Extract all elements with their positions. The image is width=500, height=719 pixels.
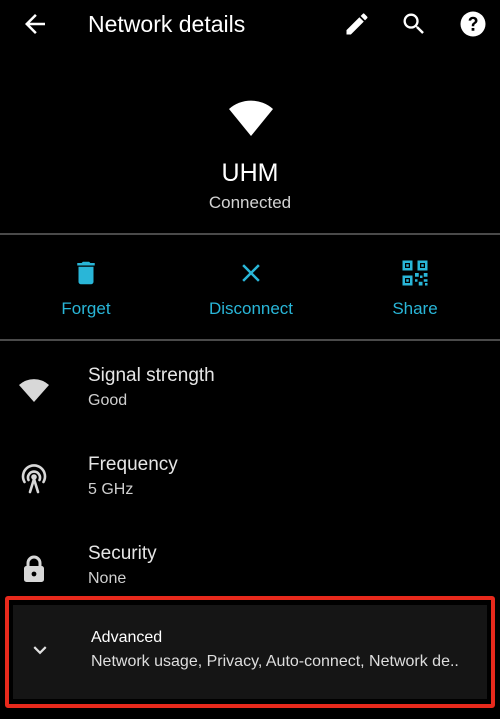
page-title: Network details	[88, 11, 246, 37]
qr-code-icon	[402, 260, 428, 286]
wifi-icon	[229, 100, 273, 136]
disconnect-label: Disconnect	[208, 299, 294, 318]
frequency-title: Frequency	[88, 454, 178, 475]
frequency-value: 5 GHz	[88, 481, 134, 498]
advanced-title: Advanced	[91, 629, 163, 646]
search-icon[interactable]	[400, 10, 428, 38]
share-button[interactable]: Share	[335, 254, 495, 320]
signal-strength-value: Good	[88, 392, 128, 409]
security-value: None	[88, 570, 127, 587]
share-label: Share	[392, 299, 438, 318]
trash-icon	[77, 261, 95, 285]
forget-button[interactable]: Forget	[6, 254, 166, 320]
wifi-signal-icon	[19, 379, 49, 402]
signal-strength-title: Signal strength	[88, 365, 215, 386]
advanced-item[interactable]: Advanced Network usage, Privacy, Auto-co…	[5, 596, 495, 708]
advanced-summary: Network usage, Privacy, Auto-connect, Ne…	[91, 653, 459, 670]
frequency-item: Frequency 5 GHz	[0, 442, 500, 522]
app-bar: Network details	[0, 0, 500, 50]
network-name: UHM	[221, 159, 279, 187]
help-icon[interactable]	[458, 9, 488, 39]
chevron-down-icon	[33, 646, 47, 655]
forget-label: Forget	[61, 299, 111, 318]
lock-icon	[24, 555, 44, 582]
close-icon	[242, 264, 260, 282]
antenna-icon	[21, 464, 47, 494]
disconnect-button[interactable]: Disconnect	[171, 254, 331, 320]
network-status: Connected	[208, 193, 292, 212]
advanced-item-background: Advanced Network usage, Privacy, Auto-co…	[13, 605, 487, 699]
arrow-back-icon[interactable]	[20, 9, 50, 39]
edit-pencil-icon[interactable]	[343, 10, 371, 38]
signal-strength-item: Signal strength Good	[0, 353, 500, 433]
security-title: Security	[88, 543, 157, 564]
divider	[0, 339, 500, 341]
divider	[0, 233, 500, 235]
